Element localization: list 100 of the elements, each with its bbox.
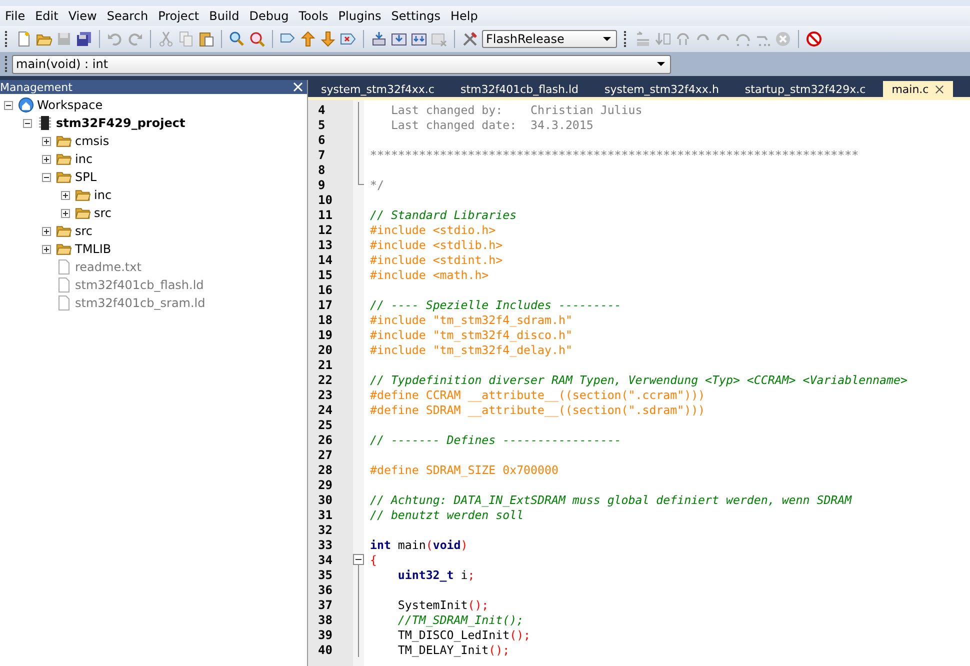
expand-icon[interactable] [42,136,51,146]
line-number: 25 [317,418,334,432]
code-line: #include <stdio.h> [370,222,496,236]
file-tab[interactable]: system_stm32f4xx.c [312,81,444,97]
tools-icon[interactable] [462,31,478,47]
menu-item[interactable]: Plugins [337,9,388,23]
collapse-icon[interactable] [42,172,51,182]
line-number: 16 [317,282,334,296]
line-number: 21 [317,358,334,372]
menu-item[interactable]: Search [106,9,154,23]
file-tab[interactable]: startup_stm32f429x.c [736,81,875,97]
line-number: 17 [317,298,334,312]
line-number: 9 [317,178,326,192]
collapse-icon[interactable] [4,100,13,110]
line-number: 36 [317,582,334,596]
menu-item[interactable]: File [4,9,32,23]
no-entry-icon[interactable] [806,31,822,47]
clear-bookmark-icon[interactable] [340,31,356,47]
code-line: // Standard Libraries [370,208,517,222]
expand-icon[interactable] [42,244,51,254]
folder-icon [56,241,72,257]
collapse-icon[interactable] [23,118,32,128]
code-line: { [370,552,377,566]
menu-item[interactable]: Build [208,9,246,23]
save-all-icon[interactable] [76,31,92,47]
menu-item[interactable]: Tools [298,9,334,23]
tree-item[interactable]: src [94,206,112,220]
code-line: Last changed by: Christian Julius [390,102,642,116]
code-line: #include <math.h> [370,268,489,282]
line-number: 5 [317,118,326,132]
search-icon[interactable] [229,31,245,47]
file-tab[interactable]: main.c [882,81,953,97]
folder-icon [56,169,72,185]
close-icon[interactable] [934,85,944,94]
tree-item[interactable]: stm32f401cb_sram.ld [75,296,206,310]
code-line: int main(void) [370,538,468,552]
file-tab[interactable]: stm32f401cb_flash.ld [451,81,588,97]
tree-item[interactable]: inc [94,188,112,202]
tree-item[interactable]: readme.txt [75,260,142,274]
tree-item[interactable]: Workspace [37,98,103,112]
line-number: 20 [317,342,334,356]
expand-icon[interactable] [42,226,51,236]
menu-item[interactable]: Settings [390,9,446,23]
up-arrow-icon[interactable] [300,31,316,47]
line-number: 27 [317,448,334,462]
menu-item[interactable]: Help [449,9,484,23]
replace-icon[interactable] [249,31,265,47]
collapse-icon[interactable] [353,554,364,567]
code-line: #include <stdint.h> [370,252,503,266]
caret-icon [657,62,665,66]
code-line: // Typdefinition diverser RAM Typen, Verwendung <Typ> <CCRAM> <Variablenname> [370,372,908,386]
function-selector-dropdown[interactable]: main(void) : int [12,54,671,74]
line-number: 24 [317,402,334,416]
line-number: 26 [317,432,334,446]
tree-item[interactable]: stm32F429_project [56,116,186,130]
code-line: Last changed date: 34.3.2015 [390,118,594,132]
line-number: 35 [317,568,334,582]
file-icon [56,277,72,293]
expand-icon[interactable] [42,154,51,164]
line-number: 40 [317,642,334,656]
folder-icon [75,187,91,203]
file-tab[interactable]: system_stm32f4xx.h [596,81,728,97]
folder-icon [56,151,72,167]
line-number: 19 [317,328,334,342]
tree-item[interactable]: stm32f401cb_flash.ld [75,278,204,292]
rebuild-icon[interactable] [411,31,427,47]
tree-item[interactable]: cmsis [75,134,110,148]
code-line: #include "tm_stm32f4_disco.h" [370,328,572,342]
fold-end-marker [358,177,364,185]
menu-item[interactable]: View [67,9,103,23]
caret-icon [603,37,611,41]
panel-title: Management [0,80,72,94]
menu-item[interactable]: Debug [248,9,295,23]
line-number: 4 [317,102,326,116]
new-file-icon[interactable] [16,31,32,47]
line-number: 32 [317,522,334,536]
line-number: 30 [317,492,334,506]
tree-item[interactable]: src [75,224,93,238]
line-number: 15 [317,268,334,282]
line-number: 12 [317,222,334,236]
menu-item[interactable]: Project [157,9,206,23]
expand-icon[interactable] [61,190,70,200]
line-number: 38 [317,612,334,626]
tree-item[interactable]: SPL [75,170,97,184]
code-line: ********************************************************************** [370,148,859,162]
code-line: // Achtung: DATA_IN_ExtSDRAM muss global definiert werden, wenn SDRAM [370,492,852,506]
paste-icon[interactable] [198,31,214,47]
compile-icon[interactable] [391,31,407,47]
code-line: //TM_SDRAM_Init(); [396,612,524,626]
build-target-dropdown[interactable]: FlashRelease [482,30,617,48]
expand-icon[interactable] [61,208,70,218]
line-number: 11 [317,208,334,222]
down-arrow-icon[interactable] [320,31,336,47]
tree-item[interactable]: inc [75,152,93,166]
line-number: 28 [317,462,334,476]
tree-item[interactable]: TMLIB [75,242,112,256]
menu-item[interactable]: Edit [34,9,64,23]
build-icon[interactable] [371,31,387,47]
code-line: */ [370,178,384,192]
line-number: 8 [317,162,326,176]
